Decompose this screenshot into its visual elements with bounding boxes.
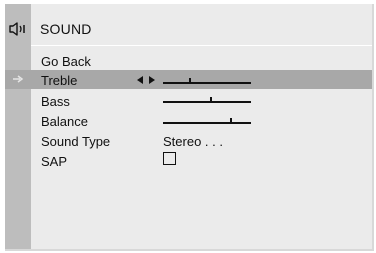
slider-track	[163, 82, 251, 84]
slider-thumb[interactable]	[230, 118, 232, 124]
menu-item-balance[interactable]: Balance	[41, 114, 88, 130]
sidebar	[5, 4, 31, 249]
slider-track	[163, 122, 251, 124]
menu-item-sound-type[interactable]: Sound Type	[41, 134, 110, 150]
sound-menu-screen: SOUND Go Back Treble Bass Balance Sound …	[5, 4, 374, 251]
menu-item-go-back[interactable]: Go Back	[41, 54, 91, 70]
menu-item-treble[interactable]: Treble	[41, 73, 77, 89]
slider-thumb[interactable]	[210, 97, 212, 103]
bass-slider[interactable]	[163, 93, 251, 105]
menu-title: SOUND	[40, 21, 92, 37]
slider-thumb[interactable]	[189, 78, 191, 84]
left-right-arrows-icon[interactable]	[136, 75, 156, 85]
menu-item-sap[interactable]: SAP	[41, 154, 67, 170]
slider-track	[163, 101, 251, 103]
selection-arrow-icon	[13, 75, 24, 83]
speaker-icon	[9, 22, 25, 36]
balance-slider[interactable]	[163, 114, 251, 126]
sap-checkbox[interactable]	[163, 152, 176, 165]
sound-type-value: Stereo . . .	[163, 134, 223, 149]
menu-item-bass[interactable]: Bass	[41, 94, 70, 110]
treble-slider[interactable]	[163, 74, 251, 86]
divider	[31, 45, 372, 46]
